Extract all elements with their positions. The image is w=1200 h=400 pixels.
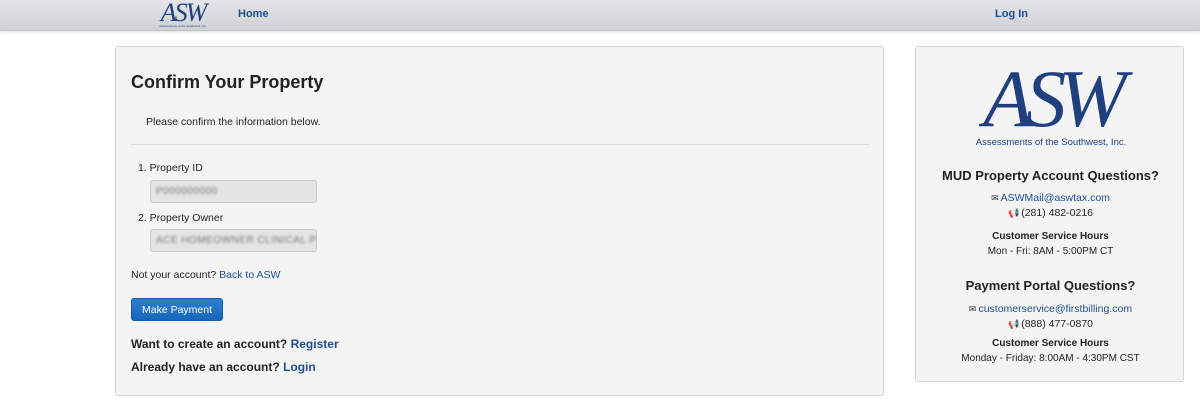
create-account-text: Want to create an account?	[131, 337, 288, 351]
property-id-label: 1. Property ID	[138, 162, 203, 174]
mud-phone-line: 📢 (281) 482-0216	[916, 207, 1185, 219]
nav-login-link[interactable]: Log In	[995, 8, 1028, 20]
sidebar-logo-mark: ASW	[983, 53, 1126, 144]
mud-phone: (281) 482-0216	[1021, 207, 1094, 219]
sidebar-logo-subtext: Assessments of the Southwest, Inc.	[975, 137, 1127, 148]
already-account-text: Already have an account?	[131, 360, 280, 374]
property-id-value: P000000000	[156, 186, 218, 197]
envelope-icon: ✉	[968, 304, 977, 314]
mud-hours-label: Customer Service Hours	[992, 231, 1109, 242]
already-account-line: Already have an account? Login	[131, 360, 316, 374]
create-account-line: Want to create an account? Register	[131, 337, 339, 351]
back-to-asw-link[interactable]: Back to ASW	[219, 269, 280, 281]
mud-email-line: ✉ ASWMail@aswtax.com	[916, 192, 1185, 204]
portal-hours-label: Customer Service Hours	[992, 338, 1109, 349]
portal-phone: (888) 477-0870	[1021, 318, 1094, 330]
not-your-account-text: Not your account?	[131, 269, 217, 281]
portal-phone-line: 📢 (888) 477-0870	[916, 318, 1185, 330]
property-id-field[interactable]: P000000000	[150, 180, 317, 203]
contact-sidebar: ASW Assessments of the Southwest, Inc. M…	[915, 46, 1184, 382]
megaphone-icon: 📢	[1007, 208, 1020, 218]
register-link[interactable]: Register	[291, 337, 339, 351]
envelope-icon: ✉	[991, 193, 999, 203]
portal-hours: Monday - Friday: 8:00AM - 4:30PM CST	[961, 353, 1140, 364]
make-payment-button[interactable]: Make Payment	[131, 298, 223, 321]
portal-questions-heading: Payment Portal Questions?	[965, 278, 1136, 293]
property-owner-label: 2. Property Owner	[138, 212, 224, 224]
megaphone-icon: 📢	[1007, 319, 1020, 329]
logo-subtext: Assessments of the Southwest, Inc.	[159, 24, 207, 28]
asw-logo[interactable]: ASW Assessments of the Southwest, Inc.	[152, 0, 214, 30]
login-link[interactable]: Login	[283, 360, 316, 374]
mud-email-link[interactable]: ASWMail@aswtax.com	[1001, 192, 1110, 204]
not-your-account-line: Not your account? Back to ASW	[131, 269, 280, 281]
logo-mark: ASW	[160, 0, 208, 27]
sidebar-asw-logo: ASW Assessments of the Southwest, Inc.	[956, 53, 1146, 154]
portal-email-link[interactable]: customerservice@firstbilling.com	[978, 303, 1132, 315]
divider	[131, 144, 869, 145]
confirm-property-panel: Confirm Your Property Please confirm the…	[115, 46, 884, 396]
mud-hours: Mon - Fri: 8AM - 5:00PM CT	[987, 246, 1114, 257]
nav-home-link[interactable]: Home	[238, 8, 269, 20]
instruction-text: Please confirm the information below.	[146, 116, 321, 128]
property-owner-field[interactable]: ACE HOMEOWNER CLINICAL PHD	[150, 229, 317, 252]
mud-questions-heading: MUD Property Account Questions?	[942, 168, 1159, 183]
property-owner-value: ACE HOMEOWNER CLINICAL PHD	[156, 235, 317, 246]
page-title: Confirm Your Property	[131, 72, 324, 92]
portal-email-line: ✉ customerservice@firstbilling.com	[916, 303, 1185, 315]
top-navbar: ASW Assessments of the Southwest, Inc. H…	[0, 0, 1200, 31]
